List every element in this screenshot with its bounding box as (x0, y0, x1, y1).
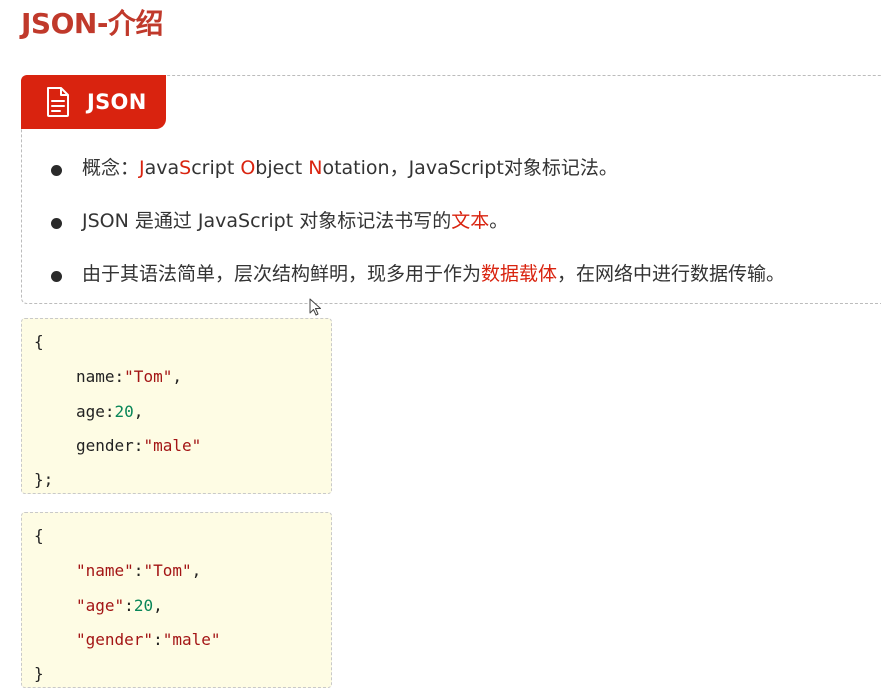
code-punctuation: , (172, 367, 182, 386)
bullet-item: 由于其语法简单，层次结构鲜明，现多用于作为数据载体，在网络中进行数据传输。 (22, 264, 881, 317)
highlighted-text: S (179, 157, 192, 179)
json-string-code-block: {"name":"Tom", "age":20, "gender":"male"} (21, 512, 332, 688)
page-title: JSON-介绍 (21, 7, 163, 40)
code-punctuation: name: (76, 367, 125, 386)
bullet-dot-icon (51, 271, 62, 282)
code-string: "male" (143, 436, 202, 455)
code-number: 20 (114, 402, 134, 421)
mouse-cursor-icon (309, 298, 321, 316)
bullet-text: JSON 是通过 JavaScript 对象标记法书写的文本。 (82, 211, 508, 231)
code-line: "gender":"male" (76, 630, 221, 650)
code-string: "Tom" (124, 367, 173, 386)
bullet-text: 概念：JavaScript Object Notation，JavaScript… (82, 158, 618, 178)
code-string: "name" (76, 561, 134, 580)
code-line: } (34, 664, 44, 684)
code-line: }; (34, 470, 53, 490)
text-segment: bject (255, 157, 309, 179)
code-punctuation: } (34, 664, 44, 683)
bullet-dot-icon (51, 165, 62, 176)
code-line: "name":"Tom", (76, 561, 201, 581)
code-line: gender:"male" (76, 436, 201, 456)
info-card: JSON 概念：JavaScript Object Notation，JavaS… (21, 75, 881, 304)
code-string: "male" (162, 630, 221, 649)
text-segment: ava (144, 157, 180, 179)
code-punctuation: }; (34, 470, 54, 489)
code-punctuation: , (191, 561, 202, 580)
bullet-text: 由于其语法简单，层次结构鲜明，现多用于作为数据载体，在网络中进行数据传输。 (82, 264, 785, 284)
highlighted-text: 数据载体 (481, 263, 558, 285)
code-punctuation: , (133, 402, 144, 421)
highlighted-text: O (240, 157, 256, 179)
js-object-code-block: {name:"Tom", age:20, gender:"male"}; (21, 318, 332, 494)
json-tab-header: JSON (21, 75, 166, 129)
code-punctuation: : (133, 561, 144, 580)
bullet-item: JSON 是通过 JavaScript 对象标记法书写的文本。 (22, 211, 881, 264)
code-line: { (34, 526, 44, 546)
code-punctuation: : (153, 630, 163, 649)
bullet-list: 概念：JavaScript Object Notation，JavaScript… (22, 158, 881, 317)
code-punctuation: { (34, 332, 44, 351)
json-tab-label: JSON (87, 90, 147, 114)
text-segment: JSON 是通过 JavaScript 对象标记法书写的 (82, 210, 452, 232)
highlighted-text: N (308, 157, 323, 179)
code-punctuation: age: (76, 402, 115, 421)
highlighted-text: 文本 (451, 210, 490, 232)
code-string: "Tom" (143, 561, 192, 580)
text-segment: otation，JavaScript对象标记法。 (322, 157, 618, 179)
code-line: { (34, 332, 44, 352)
text-segment: 概念： (82, 157, 140, 179)
text-segment: 由于其语法简单，层次结构鲜明，现多用于作为 (82, 263, 482, 285)
text-segment: 。 (489, 210, 509, 232)
code-string: "gender" (76, 630, 154, 649)
bullet-dot-icon (51, 218, 62, 229)
text-segment: cript (191, 157, 241, 179)
bullet-item: 概念：JavaScript Object Notation，JavaScript… (22, 158, 881, 211)
code-punctuation: gender: (76, 436, 144, 455)
code-line: name:"Tom", (76, 367, 182, 387)
document-icon (47, 87, 69, 117)
code-line: "age":20, (76, 596, 163, 616)
code-line: age:20, (76, 402, 143, 422)
code-number: 20 (133, 596, 154, 615)
code-punctuation: , (153, 596, 163, 615)
text-segment: ，在网络中进行数据传输。 (557, 263, 786, 285)
code-string: "age" (76, 596, 125, 615)
code-punctuation: : (124, 596, 134, 615)
code-punctuation: { (34, 526, 44, 545)
